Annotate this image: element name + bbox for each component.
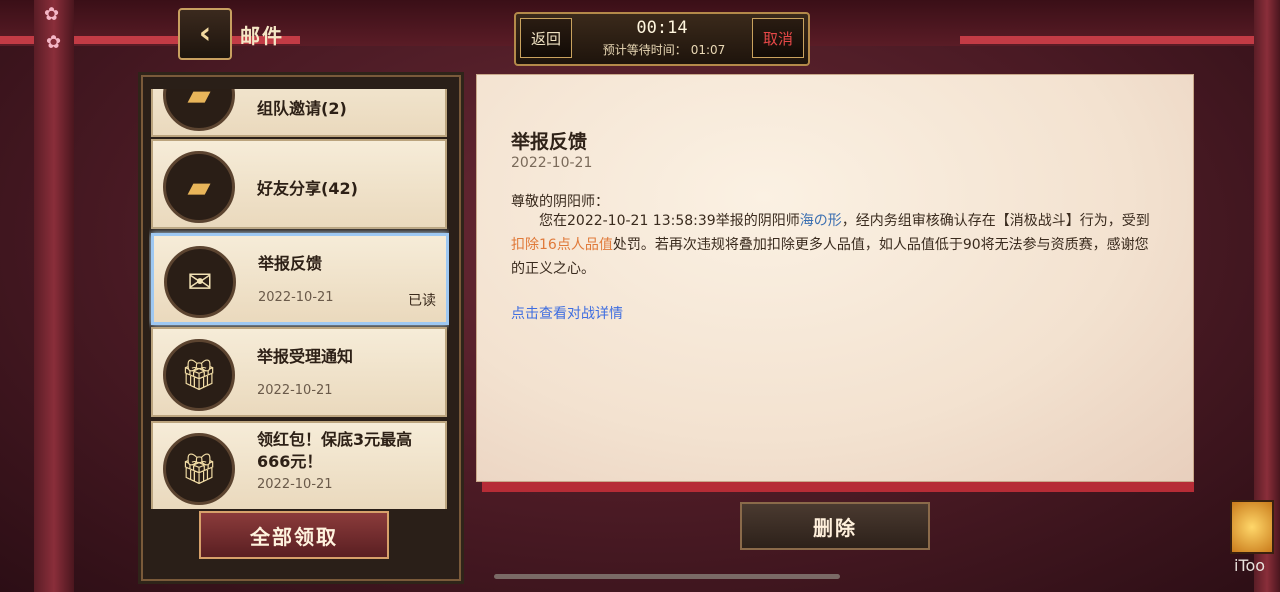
mail-item-report-received[interactable]: 🎁︎ 举报受理通知 2022-10-21 — [151, 327, 447, 417]
mail-item-date: 2022-10-21 — [257, 383, 333, 398]
wait-time: 01:07 — [690, 43, 726, 57]
mail-list-panel: ▰ 组队邀请(2) ▰ 好友分享(42) ✉ 举报反馈 2022-10-21 已… — [138, 72, 464, 584]
mail-detail-title: 举报反馈 — [511, 131, 588, 153]
mail-list[interactable]: ▰ 组队邀请(2) ▰ 好友分享(42) ✉ 举报反馈 2022-10-21 已… — [149, 89, 449, 509]
chat-bubble-icon: ▰ — [163, 151, 235, 223]
penalty-text: 扣除16点人品值 — [511, 237, 613, 253]
mail-item-name: 举报受理通知 — [257, 347, 354, 366]
mail-detail-date: 2022-10-21 — [511, 155, 593, 171]
chat-bubble-icon: ▰ — [163, 89, 235, 131]
mail-item-report-feedback[interactable]: ✉ 举报反馈 2022-10-21 已读 — [151, 233, 449, 325]
view-battle-details-link[interactable]: 点击查看对战详情 — [511, 303, 623, 323]
open-envelope-icon: ✉ — [164, 246, 236, 318]
mail-item-date: 2022-10-21 — [257, 477, 333, 492]
mail-item-name: 好友分享(42) — [257, 179, 358, 198]
queue-cancel-button[interactable]: 取消 — [752, 18, 804, 58]
roof-trim-right — [960, 36, 1280, 44]
page-title: 邮件 — [240, 24, 284, 48]
mail-item-red-envelope[interactable]: 🎁︎ 领红包！保底3元最高666元！ 2022-10-21 — [151, 421, 447, 509]
blossom-icon: ✿ — [44, 4, 60, 25]
blossom-icon: ✿ — [46, 32, 62, 53]
body-text: 您在2022-10-21 13:58:39举报的阴阳师 — [539, 213, 800, 229]
mail-item-friend-share[interactable]: ▰ 好友分享(42) — [151, 139, 447, 229]
claim-all-button[interactable]: 全部领取 — [199, 511, 389, 559]
queue-estimated-wait: 预计等待时间： 01:07 — [578, 41, 746, 58]
mail-item-read-status: 已读 — [408, 293, 436, 309]
pillar-left — [34, 0, 74, 592]
mail-detail-panel: 举报反馈 2022-10-21 尊敬的阴阳师： 您在2022-10-21 13:… — [476, 74, 1194, 482]
mail-item-name: 组队邀请(2) — [257, 99, 347, 118]
mail-detail-body: 您在2022-10-21 13:58:39举报的阴阳师海の形，经内务组审核确认存… — [511, 209, 1151, 281]
wait-label: 预计等待时间： — [602, 43, 687, 57]
back-button[interactable]: ‹ — [178, 8, 232, 60]
lantern-icon — [1230, 500, 1274, 554]
reported-player-name: 海の形 — [799, 213, 842, 229]
ribbon-package-icon: 🎁︎ — [163, 339, 235, 411]
matchmaking-queue-bar: 返回 00:14 预计等待时间： 01:07 取消 — [514, 12, 810, 66]
body-text: ，经内务组审核确认存在【消极战斗】行为，受到 — [841, 213, 1150, 229]
chevron-left-icon: ‹ — [198, 16, 212, 51]
mail-detail-greeting: 尊敬的阴阳师： — [511, 194, 609, 210]
watermark: iToo — [1234, 556, 1266, 575]
home-indicator[interactable] — [494, 574, 840, 579]
mail-item-date: 2022-10-21 — [258, 290, 334, 305]
ribbon-package-icon: 🎁︎ — [163, 433, 235, 505]
mail-item-name: 领红包！保底3元最高666元！ — [257, 430, 413, 471]
delete-button[interactable]: 删除 — [740, 502, 930, 550]
mail-item-name: 举报反馈 — [258, 254, 323, 273]
mail-item-team-invite[interactable]: ▰ 组队邀请(2) — [151, 89, 447, 137]
